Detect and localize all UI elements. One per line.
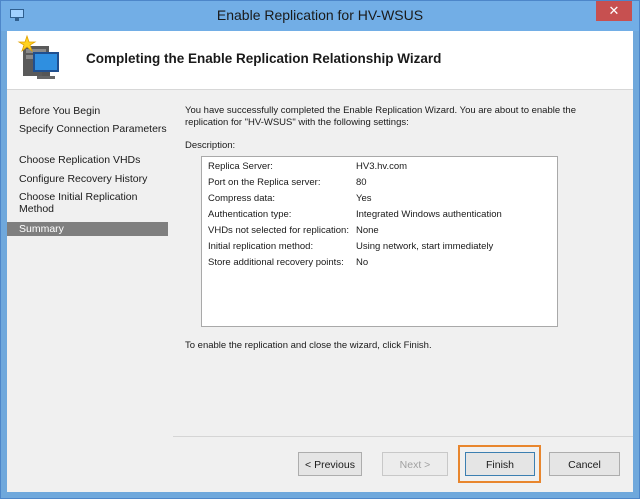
wizard-header: Completing the Enable Replication Relati… xyxy=(7,31,633,90)
setting-key: Compress data: xyxy=(208,193,276,204)
setting-key: Port on the Replica server: xyxy=(208,177,321,188)
intro-text: You have successfully completed the Enab… xyxy=(185,105,576,128)
setting-value: 80 xyxy=(356,177,367,188)
setting-value: HV3.hv.com xyxy=(356,161,408,172)
title-bar[interactable]: Enable Replication for HV-WSUS ✕ xyxy=(1,1,639,31)
setting-key: Authentication type: xyxy=(208,209,292,220)
next-button[interactable]: Next > xyxy=(382,452,448,476)
description-label: Description: xyxy=(185,140,236,151)
page-title: Completing the Enable Replication Relati… xyxy=(86,51,442,66)
setting-value: Yes xyxy=(356,193,372,204)
nav-step-specify-connection-parameters[interactable]: Specify Connection Parameters xyxy=(7,123,168,135)
setting-key: VHDs not selected for replication: xyxy=(208,225,349,236)
wizard-window: Enable Replication for HV-WSUS ✕ Complet… xyxy=(0,0,640,499)
wizard-client-area: Completing the Enable Replication Relati… xyxy=(7,31,633,492)
setting-key: Initial replication method: xyxy=(208,241,314,252)
close-button[interactable]: ✕ xyxy=(596,1,632,21)
wizard-steps-nav: Before You Begin Specify Connection Para… xyxy=(7,90,168,492)
nav-step-before-you-begin[interactable]: Before You Begin xyxy=(7,105,168,117)
finish-button[interactable]: Finish xyxy=(465,452,535,476)
setting-value: Integrated Windows authentication xyxy=(356,209,502,220)
close-icon: ✕ xyxy=(608,3,620,18)
cancel-button[interactable]: Cancel xyxy=(549,452,620,476)
setting-key: Replica Server: xyxy=(208,161,273,172)
nav-step-summary[interactable]: Summary xyxy=(7,222,168,236)
previous-button[interactable]: < Previous xyxy=(298,452,362,476)
setting-value: No xyxy=(356,257,369,268)
setting-value: None xyxy=(356,225,379,236)
footer-divider xyxy=(173,436,633,437)
setting-key: Store additional recovery points: xyxy=(208,257,344,268)
description-box[interactable]: Replica Server: HV3.hv.com Port on the R… xyxy=(201,156,558,327)
nav-step-choose-replication-vhds[interactable]: Choose Replication VHDs xyxy=(7,154,168,166)
window-title: Enable Replication for HV-WSUS xyxy=(216,7,424,23)
setting-value: Using network, start immediately xyxy=(356,241,494,252)
finish-instruction: To enable the replication and close the … xyxy=(185,340,432,351)
nav-step-configure-recovery-history[interactable]: Configure Recovery History xyxy=(7,173,168,185)
wizard-content: You have successfully completed the Enab… xyxy=(173,90,633,492)
nav-step-choose-initial-replication-method[interactable]: Choose Initial Replication Method xyxy=(7,191,168,215)
wizard-computer-icon xyxy=(17,34,59,79)
